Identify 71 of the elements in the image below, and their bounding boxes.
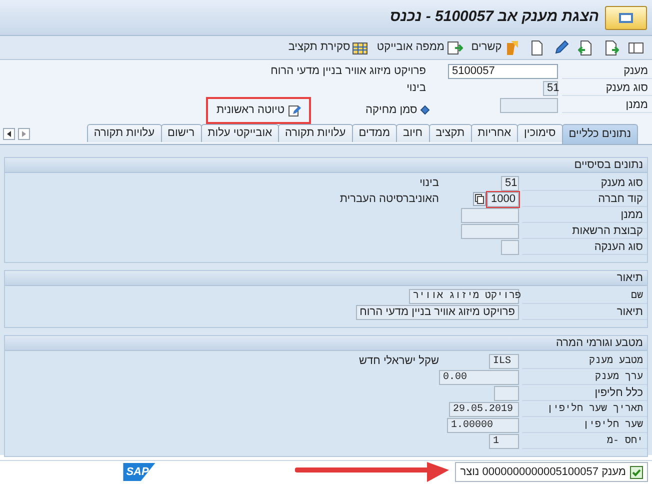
tab[interactable]: עלויות תקורה (278, 124, 353, 142)
field-label: סוג מענק (562, 80, 652, 96)
input-field[interactable] (494, 386, 519, 400)
input-field[interactable]: 51 (543, 80, 558, 96)
field-label: מטבע מענק (522, 354, 647, 368)
edit-document-icon (288, 104, 301, 117)
tab[interactable]: רישום (160, 124, 202, 142)
tab[interactable]: עלויות תקורה (86, 124, 162, 142)
group-title: נתונים בסיסיים (5, 158, 647, 172)
field-label: תיאור (522, 304, 647, 320)
field-note: פרויקט מיזוג אוויר בניין מדעי הרוח (270, 64, 426, 79)
tab[interactable]: חיוב (396, 124, 430, 142)
scroll-button[interactable] (2, 128, 15, 140)
create-icon (602, 40, 619, 56)
tab[interactable]: נתונים כלליים (562, 124, 638, 144)
input-field[interactable] (461, 224, 519, 238)
field-label: שער חליפין (522, 418, 647, 432)
field-note: בינוי (406, 80, 426, 96)
field-label: סוג מענק (522, 176, 647, 190)
field-note: שקל ישראלי חדש (359, 354, 439, 369)
field-label: שם (522, 288, 647, 304)
copy-icon (475, 194, 484, 204)
tab[interactable]: סימוכין (517, 124, 563, 142)
input-field[interactable]: 1000 (487, 192, 519, 206)
deletion-flag-label: סמן מחיקה (366, 103, 418, 118)
budget-table-icon (352, 40, 368, 56)
field-label: סוג הענקה (522, 240, 647, 254)
change-icon (578, 40, 594, 56)
object-map-icon (446, 40, 462, 56)
pencil-icon (553, 40, 570, 56)
field-label: ערך מענק (522, 370, 647, 384)
field-label: קוד חברה (522, 192, 647, 206)
input-field[interactable] (461, 208, 519, 222)
group-title: מטבע וגורמי המרה (5, 336, 647, 350)
field-note: בינוי (420, 176, 439, 191)
field-note: האוניברסיטה העברית (340, 192, 439, 207)
field-label: מענק (562, 64, 652, 78)
input-field[interactable]: 1.00000 (447, 418, 519, 432)
input-field[interactable]: ILS (489, 354, 519, 368)
deletion-flag-icon (420, 105, 430, 116)
input-field[interactable] (500, 98, 558, 112)
group-title: תיאור (5, 270, 647, 286)
input-field[interactable]: 1 (489, 434, 519, 448)
toolbar-button[interactable]: ממפה אובייקט (374, 38, 466, 58)
toolbar-button[interactable]: סקירת תקציב (285, 38, 372, 58)
tab[interactable]: אחריות (470, 124, 518, 142)
field-label: יחס -מ (522, 434, 647, 448)
value-help-button[interactable] (473, 192, 486, 206)
field-label: קבוצת הרשאות (522, 224, 647, 238)
field-label: ממנן (522, 208, 647, 222)
window-title: הצגת מענק אב 5100057 - נכנס (390, 7, 599, 28)
sap-logo: SAP (123, 463, 156, 481)
display-icon (628, 40, 644, 56)
status-text: מענק 0000000000005100057 נוצר (460, 464, 626, 480)
input-field[interactable]: 5100057 (448, 64, 558, 78)
tab[interactable]: ממדים (352, 124, 398, 142)
input-field[interactable]: 0.00 (439, 370, 519, 384)
input-field[interactable]: 29.05.2019 (449, 402, 519, 416)
tab[interactable]: אובייקטי עלות (200, 124, 279, 142)
field-label: ממנן (562, 98, 652, 112)
input-field[interactable]: פרויקט מיזוג אוויר (409, 288, 519, 304)
app-icon[interactable] (604, 6, 646, 30)
document-icon (528, 40, 544, 56)
status-label: טיוטה ראשונית (216, 103, 285, 118)
tab[interactable]: תקציב (428, 124, 472, 142)
field-label: תאריך שער חליפין (522, 402, 647, 416)
input-field[interactable] (501, 240, 519, 254)
input-field[interactable]: פרויקט מיזוג אוויר בניין מדעי הרוח (356, 304, 519, 320)
field-label: כלל חליפין (522, 386, 647, 400)
input-field[interactable]: 51 (501, 176, 519, 190)
toolbar-button[interactable]: קשרים (468, 38, 523, 58)
